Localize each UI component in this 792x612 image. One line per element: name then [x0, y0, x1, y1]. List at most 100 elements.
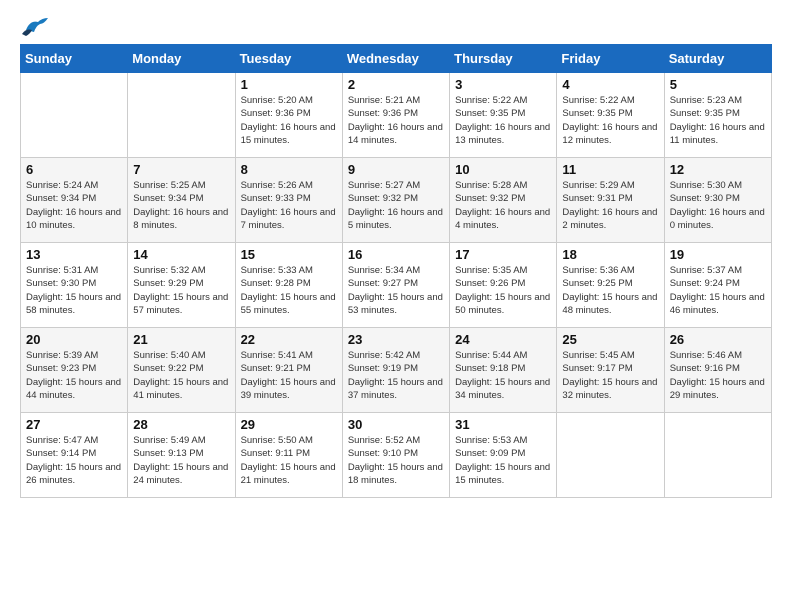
day-number: 13	[26, 247, 122, 262]
day-number: 9	[348, 162, 444, 177]
day-number: 26	[670, 332, 766, 347]
day-of-week-header: Thursday	[450, 45, 557, 73]
calendar-day-cell: 20 Sunrise: 5:39 AM Sunset: 9:23 PM Dayli…	[21, 328, 128, 413]
day-info: Sunrise: 5:53 AM Sunset: 9:09 PM Dayligh…	[455, 434, 551, 487]
day-number: 14	[133, 247, 229, 262]
day-number: 17	[455, 247, 551, 262]
calendar-week-row: 20 Sunrise: 5:39 AM Sunset: 9:23 PM Dayli…	[21, 328, 772, 413]
day-number: 19	[670, 247, 766, 262]
day-info: Sunrise: 5:28 AM Sunset: 9:32 PM Dayligh…	[455, 179, 551, 232]
calendar-day-cell: 31 Sunrise: 5:53 AM Sunset: 9:09 PM Dayli…	[450, 413, 557, 498]
calendar-day-cell: 13 Sunrise: 5:31 AM Sunset: 9:30 PM Dayli…	[21, 243, 128, 328]
calendar-day-cell: 23Sunrise: 5:42 AM Sunset: 9:19 PM Dayli…	[342, 328, 449, 413]
calendar-day-cell: 5 Sunrise: 5:23 AM Sunset: 9:35 PM Daylig…	[664, 73, 771, 158]
day-number: 24	[455, 332, 551, 347]
calendar-day-cell: 8 Sunrise: 5:26 AM Sunset: 9:33 PM Daylig…	[235, 158, 342, 243]
calendar-day-cell: 21 Sunrise: 5:40 AM Sunset: 9:22 PM Dayli…	[128, 328, 235, 413]
calendar-table: SundayMondayTuesdayWednesdayThursdayFrid…	[20, 44, 772, 498]
calendar-day-cell	[21, 73, 128, 158]
day-info: Sunrise: 5:37 AM Sunset: 9:24 PM Dayligh…	[670, 264, 766, 317]
calendar-day-cell: 17 Sunrise: 5:35 AM Sunset: 9:26 PM Dayli…	[450, 243, 557, 328]
day-info: Sunrise: 5:24 AM Sunset: 9:34 PM Dayligh…	[26, 179, 122, 232]
calendar-day-cell: 30 Sunrise: 5:52 AM Sunset: 9:10 PM Dayli…	[342, 413, 449, 498]
calendar-day-cell: 10Sunrise: 5:28 AM Sunset: 9:32 PM Dayli…	[450, 158, 557, 243]
calendar-day-cell	[664, 413, 771, 498]
day-info: Sunrise: 5:35 AM Sunset: 9:26 PM Dayligh…	[455, 264, 551, 317]
day-number: 21	[133, 332, 229, 347]
day-of-week-header: Monday	[128, 45, 235, 73]
day-of-week-header: Tuesday	[235, 45, 342, 73]
calendar-day-cell	[128, 73, 235, 158]
day-info: Sunrise: 5:40 AM Sunset: 9:22 PM Dayligh…	[133, 349, 229, 402]
day-number: 18	[562, 247, 658, 262]
calendar-day-cell: 11 Sunrise: 5:29 AM Sunset: 9:31 PM Dayli…	[557, 158, 664, 243]
day-info: Sunrise: 5:21 AM Sunset: 9:36 PM Dayligh…	[348, 94, 444, 147]
day-info: Sunrise: 5:42 AM Sunset: 9:19 PM Dayligh…	[348, 349, 444, 402]
day-number: 12	[670, 162, 766, 177]
calendar-day-cell: 24 Sunrise: 5:44 AM Sunset: 9:18 PM Dayli…	[450, 328, 557, 413]
calendar-day-cell: 15Sunrise: 5:33 AM Sunset: 9:28 PM Dayli…	[235, 243, 342, 328]
calendar-day-cell: 19 Sunrise: 5:37 AM Sunset: 9:24 PM Dayli…	[664, 243, 771, 328]
day-info: Sunrise: 5:27 AM Sunset: 9:32 PM Dayligh…	[348, 179, 444, 232]
calendar-day-cell: 18 Sunrise: 5:36 AM Sunset: 9:25 PM Dayli…	[557, 243, 664, 328]
day-number: 4	[562, 77, 658, 92]
day-info: Sunrise: 5:41 AM Sunset: 9:21 PM Dayligh…	[241, 349, 337, 402]
calendar-day-cell: 16Sunrise: 5:34 AM Sunset: 9:27 PM Dayli…	[342, 243, 449, 328]
day-number: 3	[455, 77, 551, 92]
day-number: 28	[133, 417, 229, 432]
day-info: Sunrise: 5:30 AM Sunset: 9:30 PM Dayligh…	[670, 179, 766, 232]
page-header	[20, 20, 772, 34]
day-info: Sunrise: 5:32 AM Sunset: 9:29 PM Dayligh…	[133, 264, 229, 317]
day-number: 29	[241, 417, 337, 432]
calendar-day-cell: 12 Sunrise: 5:30 AM Sunset: 9:30 PM Dayli…	[664, 158, 771, 243]
day-number: 11	[562, 162, 658, 177]
calendar-day-cell: 29 Sunrise: 5:50 AM Sunset: 9:11 PM Dayli…	[235, 413, 342, 498]
day-info: Sunrise: 5:45 AM Sunset: 9:17 PM Dayligh…	[562, 349, 658, 402]
day-number: 5	[670, 77, 766, 92]
day-info: Sunrise: 5:46 AM Sunset: 9:16 PM Dayligh…	[670, 349, 766, 402]
day-info: Sunrise: 5:31 AM Sunset: 9:30 PM Dayligh…	[26, 264, 122, 317]
day-of-week-header: Saturday	[664, 45, 771, 73]
calendar-week-row: 13 Sunrise: 5:31 AM Sunset: 9:30 PM Dayli…	[21, 243, 772, 328]
day-number: 30	[348, 417, 444, 432]
day-info: Sunrise: 5:26 AM Sunset: 9:33 PM Dayligh…	[241, 179, 337, 232]
day-number: 20	[26, 332, 122, 347]
logo-bird-icon	[22, 16, 48, 38]
day-number: 2	[348, 77, 444, 92]
calendar-day-cell: 3 Sunrise: 5:22 AM Sunset: 9:35 PM Daylig…	[450, 73, 557, 158]
day-number: 1	[241, 77, 337, 92]
day-info: Sunrise: 5:22 AM Sunset: 9:35 PM Dayligh…	[455, 94, 551, 147]
day-info: Sunrise: 5:25 AM Sunset: 9:34 PM Dayligh…	[133, 179, 229, 232]
day-info: Sunrise: 5:50 AM Sunset: 9:11 PM Dayligh…	[241, 434, 337, 487]
calendar-day-cell: 22 Sunrise: 5:41 AM Sunset: 9:21 PM Dayli…	[235, 328, 342, 413]
day-info: Sunrise: 5:36 AM Sunset: 9:25 PM Dayligh…	[562, 264, 658, 317]
day-info: Sunrise: 5:39 AM Sunset: 9:23 PM Dayligh…	[26, 349, 122, 402]
calendar-day-cell: 9 Sunrise: 5:27 AM Sunset: 9:32 PM Daylig…	[342, 158, 449, 243]
calendar-day-cell: 14 Sunrise: 5:32 AM Sunset: 9:29 PM Dayli…	[128, 243, 235, 328]
calendar-day-cell: 6 Sunrise: 5:24 AM Sunset: 9:34 PM Daylig…	[21, 158, 128, 243]
day-info: Sunrise: 5:33 AM Sunset: 9:28 PM Dayligh…	[241, 264, 337, 317]
day-info: Sunrise: 5:44 AM Sunset: 9:18 PM Dayligh…	[455, 349, 551, 402]
day-info: Sunrise: 5:29 AM Sunset: 9:31 PM Dayligh…	[562, 179, 658, 232]
day-info: Sunrise: 5:22 AM Sunset: 9:35 PM Dayligh…	[562, 94, 658, 147]
day-info: Sunrise: 5:23 AM Sunset: 9:35 PM Dayligh…	[670, 94, 766, 147]
day-number: 8	[241, 162, 337, 177]
day-info: Sunrise: 5:47 AM Sunset: 9:14 PM Dayligh…	[26, 434, 122, 487]
day-number: 6	[26, 162, 122, 177]
calendar-day-cell: 27Sunrise: 5:47 AM Sunset: 9:14 PM Dayli…	[21, 413, 128, 498]
calendar-week-row: 1Sunrise: 5:20 AM Sunset: 9:36 PM Daylig…	[21, 73, 772, 158]
logo	[20, 20, 48, 34]
day-info: Sunrise: 5:49 AM Sunset: 9:13 PM Dayligh…	[133, 434, 229, 487]
day-of-week-header: Friday	[557, 45, 664, 73]
day-number: 22	[241, 332, 337, 347]
calendar-day-cell: 2 Sunrise: 5:21 AM Sunset: 9:36 PM Daylig…	[342, 73, 449, 158]
day-number: 31	[455, 417, 551, 432]
day-info: Sunrise: 5:52 AM Sunset: 9:10 PM Dayligh…	[348, 434, 444, 487]
calendar-week-row: 6 Sunrise: 5:24 AM Sunset: 9:34 PM Daylig…	[21, 158, 772, 243]
calendar-day-cell: 28 Sunrise: 5:49 AM Sunset: 9:13 PM Dayli…	[128, 413, 235, 498]
day-number: 7	[133, 162, 229, 177]
day-of-week-header: Sunday	[21, 45, 128, 73]
calendar-day-cell: 4 Sunrise: 5:22 AM Sunset: 9:35 PM Daylig…	[557, 73, 664, 158]
day-number: 25	[562, 332, 658, 347]
calendar-week-row: 27Sunrise: 5:47 AM Sunset: 9:14 PM Dayli…	[21, 413, 772, 498]
